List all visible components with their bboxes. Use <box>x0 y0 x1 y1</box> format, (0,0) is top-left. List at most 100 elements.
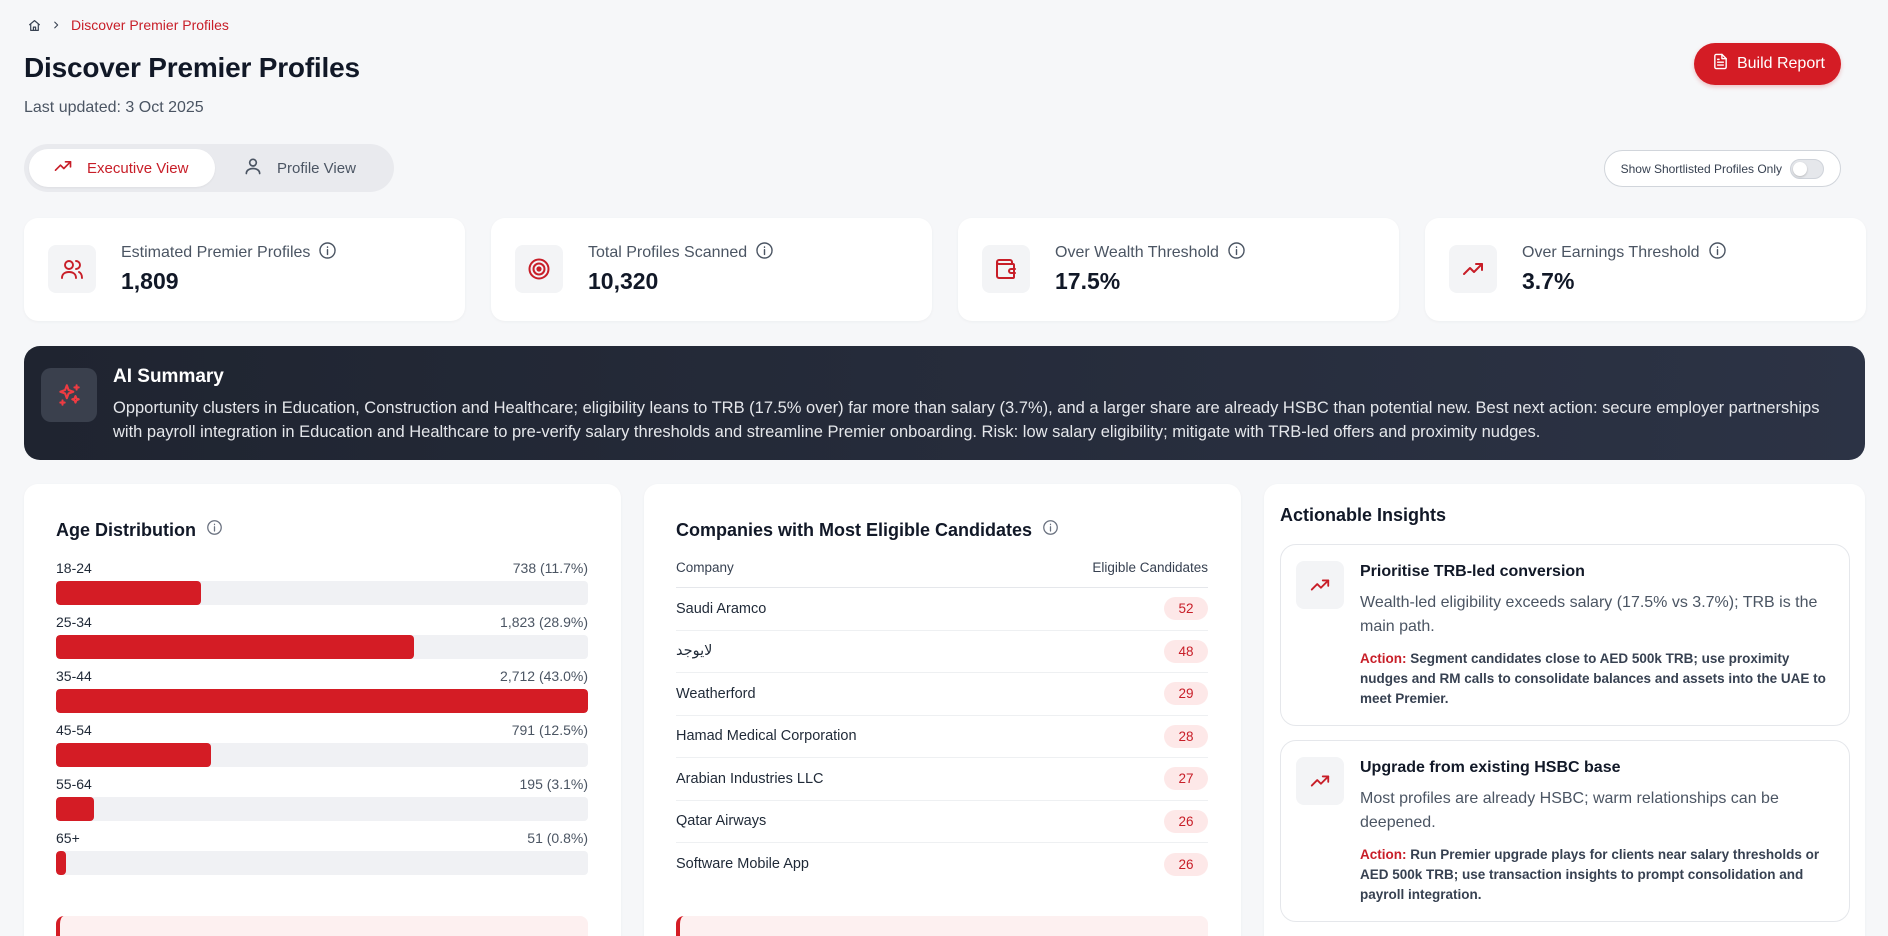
page-title: Discover Premier Profiles <box>24 52 360 83</box>
age-count: 51 (0.8%) <box>527 830 588 846</box>
company-name: Software Mobile App <box>676 856 809 873</box>
age-row: 65+ 51 (0.8%) <box>56 830 588 875</box>
info-icon[interactable] <box>318 241 337 265</box>
age-insight-callout <box>56 916 588 936</box>
insight-action: Action: Segment candidates close to AED … <box>1360 649 1835 709</box>
trending-up-icon <box>1296 757 1344 805</box>
candidates-badge: 52 <box>1164 597 1208 621</box>
company-name: Weatherford <box>676 685 756 702</box>
kpi-value: 17.5% <box>1055 268 1121 294</box>
age-bar-fill <box>56 635 414 659</box>
home-icon[interactable] <box>28 19 41 32</box>
breadcrumb-current: Discover Premier Profiles <box>71 17 229 33</box>
kpi-row: Estimated Premier Profiles 1,809 Total P… <box>24 218 1866 321</box>
document-icon <box>1712 53 1729 75</box>
age-label: 55-64 <box>56 776 92 792</box>
action-label: Action: <box>1360 847 1407 862</box>
insight-card: Upgrade from existing HSBC base Most pro… <box>1280 740 1850 922</box>
panel-title: Actionable Insights <box>1280 505 1447 525</box>
kpi-card-estimated-premier: Estimated Premier Profiles 1,809 <box>24 218 465 321</box>
insight-heading: Prioritise TRB-led conversion <box>1360 563 1585 580</box>
insight-description: Wealth-led eligibility exceeds salary (1… <box>1360 594 1818 635</box>
age-distribution-panel: Age Distribution 18-24 738 (11.7%) 25-34 1,… <box>24 484 621 936</box>
table-row[interactable]: Weatherford 29 <box>676 673 1208 716</box>
age-bar-fill <box>56 689 588 713</box>
build-report-button[interactable]: Build Report <box>1693 43 1841 85</box>
candidates-badge: 28 <box>1164 724 1208 748</box>
age-bar-track <box>56 797 588 821</box>
kpi-label: Estimated Premier Profiles <box>121 244 311 261</box>
age-count: 791 (12.5%) <box>511 722 588 738</box>
build-report-label: Build Report <box>1736 55 1825 72</box>
ai-summary-banner: AI Summary Opportunity clusters in Educa… <box>24 346 1865 460</box>
info-icon[interactable] <box>755 241 774 265</box>
age-count: 738 (11.7%) <box>512 560 588 576</box>
candidates-badge: 26 <box>1164 809 1208 833</box>
view-toggle: Executive View Profile View <box>24 144 394 192</box>
kpi-card-total-scanned: Total Profiles Scanned 10,320 <box>491 218 932 321</box>
shortlist-toggle[interactable] <box>1790 158 1824 179</box>
tab-executive-view[interactable]: Executive View <box>29 149 215 187</box>
table-row[interactable]: Software Mobile App 26 <box>676 843 1208 886</box>
age-row: 35-44 2,712 (43.0%) <box>56 668 588 713</box>
company-name: Hamad Medical Corporation <box>676 728 857 745</box>
target-icon <box>515 245 563 293</box>
age-row: 25-34 1,823 (28.9%) <box>56 614 588 659</box>
kpi-label: Total Profiles Scanned <box>588 244 748 261</box>
shortlist-filter: Show Shortlisted Profiles Only <box>1603 150 1841 187</box>
last-updated: Last updated: 3 Oct 2025 <box>24 99 204 116</box>
age-bar-fill <box>56 743 212 767</box>
table-row[interactable]: Hamad Medical Corporation 28 <box>676 716 1208 758</box>
action-label: Action: <box>1360 651 1407 666</box>
breadcrumb: Discover Premier Profiles <box>28 17 229 33</box>
company-name: Qatar Airways <box>676 813 767 830</box>
age-row: 45-54 791 (12.5%) <box>56 722 588 767</box>
chevron-right-icon <box>51 20 61 30</box>
age-bar-track <box>56 689 588 713</box>
kpi-card-earnings-threshold: Over Earnings Threshold 3.7% <box>1425 218 1866 321</box>
company-name: لايوجد <box>676 643 713 660</box>
info-icon[interactable] <box>1227 241 1246 265</box>
action-text: Segment candidates close to AED 500k TRB… <box>1360 651 1826 706</box>
insight-card: Prioritise TRB-led conversion Wealth-led… <box>1280 544 1850 726</box>
users-icon <box>48 245 96 293</box>
age-count: 195 (3.1%) <box>519 776 588 792</box>
info-icon[interactable] <box>206 519 223 541</box>
tab-profile-label: Profile View <box>277 159 356 177</box>
table-row[interactable]: Qatar Airways 26 <box>676 801 1208 843</box>
kpi-label: Over Wealth Threshold <box>1055 244 1219 261</box>
tab-executive-label: Executive View <box>87 159 189 177</box>
company-name: Saudi Aramco <box>676 600 767 617</box>
table-row[interactable]: لايوجد 48 <box>676 631 1208 673</box>
age-bar-fill <box>56 581 201 605</box>
col-company: Company <box>676 560 734 575</box>
tab-profile-view[interactable]: Profile View <box>219 149 380 187</box>
table-header: Company Eligible Candidates <box>676 560 1208 588</box>
age-bar-track <box>56 851 588 875</box>
candidates-badge: 26 <box>1164 852 1208 876</box>
candidates-badge: 48 <box>1164 639 1208 663</box>
age-bar-track <box>56 635 588 659</box>
age-bar-track <box>56 581 588 605</box>
sparkles-icon <box>41 368 97 422</box>
insight-description: Most profiles are already HSBC; warm rel… <box>1360 790 1779 831</box>
companies-insight-callout <box>676 916 1208 936</box>
kpi-card-wealth-threshold: Over Wealth Threshold 17.5% <box>958 218 1399 321</box>
insight-heading: Upgrade from existing HSBC base <box>1360 759 1621 776</box>
trending-up-icon <box>53 156 73 180</box>
user-icon <box>243 156 263 180</box>
info-icon[interactable] <box>1708 241 1727 265</box>
info-icon[interactable] <box>1042 519 1059 541</box>
candidates-badge: 27 <box>1164 767 1208 791</box>
ai-summary-text: Opportunity clusters in Education, Const… <box>113 399 1820 441</box>
panel-title: Age Distribution <box>56 519 196 540</box>
candidates-badge: 29 <box>1164 682 1208 706</box>
ai-summary-title: AI Summary <box>113 366 224 387</box>
companies-panel: Companies with Most Eligible Candidates … <box>644 484 1241 936</box>
action-text: Run Premier upgrade plays for clients ne… <box>1360 847 1820 902</box>
age-label: 25-34 <box>56 614 92 630</box>
table-row[interactable]: Arabian Industries LLC 27 <box>676 758 1208 801</box>
table-row[interactable]: Saudi Aramco 52 <box>676 588 1208 631</box>
wallet-icon <box>982 245 1030 293</box>
companies-table: Company Eligible Candidates Saudi Aramco… <box>676 560 1208 886</box>
